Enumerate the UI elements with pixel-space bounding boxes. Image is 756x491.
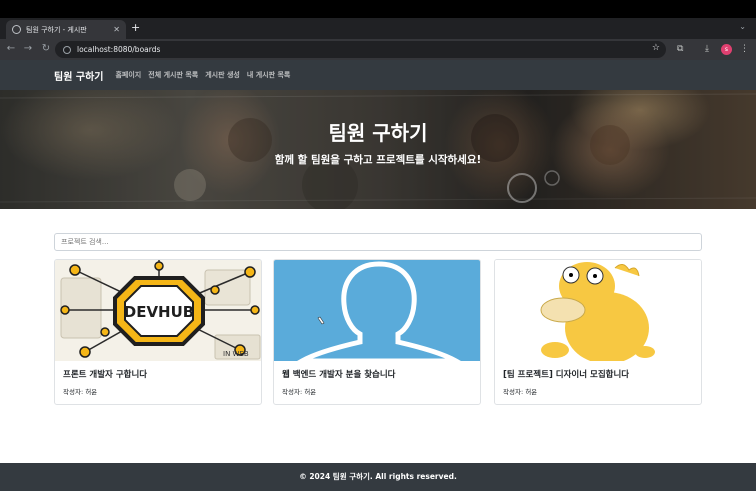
nav-home[interactable]: 홈페이지: [115, 70, 141, 80]
board-card[interactable]: [팀 프로젝트] 디자이너 모집합니다 작성자: 허윤: [494, 259, 702, 405]
tab-title: 팀원 구하기 - 게시판: [26, 25, 87, 34]
browser-tab[interactable]: 팀원 구하기 - 게시판 ✕: [6, 20, 126, 39]
board-card[interactable]: DEVHUB IN WEB 프론트 개발자 구합니다 작성자: 허윤: [54, 259, 262, 405]
globe-icon: [12, 25, 21, 34]
site-info-icon[interactable]: [63, 45, 71, 54]
profile-avatar[interactable]: s: [721, 44, 732, 55]
nav-create-board[interactable]: 게시판 생성: [205, 70, 240, 80]
svg-text:DEVHUB: DEVHUB: [124, 303, 194, 321]
url-text: localhost:8080/boards: [77, 45, 161, 54]
svg-text:IN WEB: IN WEB: [223, 350, 249, 358]
forward-arrow-icon[interactable]: →: [21, 42, 35, 56]
hero-overlay: [0, 90, 756, 209]
card-title[interactable]: 웹 백엔드 개발자 분을 찾습니다: [282, 368, 396, 380]
extensions-icon[interactable]: ⧉: [677, 42, 683, 56]
address-bar[interactable]: localhost:8080/boards ☆: [55, 41, 666, 58]
os-top-bar: [0, 0, 756, 18]
card-title[interactable]: [팀 프로젝트] 디자이너 모집합니다: [503, 368, 629, 380]
board-card[interactable]: 웹 백엔드 개발자 분을 찾습니다 작성자: 허윤: [273, 259, 481, 405]
card-author: 작성자: 허윤: [63, 388, 98, 396]
site-navbar: 팀원 구하기 홈페이지 전체 게시판 목록 게시판 생성 내 게시판 목록: [0, 60, 756, 90]
new-tab-button[interactable]: +: [131, 21, 140, 35]
brand-link[interactable]: 팀원 구하기: [54, 68, 103, 83]
card-author: 작성자: 허윤: [503, 388, 538, 396]
hero-title: 팀원 구하기: [328, 121, 428, 145]
card-author: 작성자: 허윤: [282, 388, 317, 396]
menu-kebab-icon[interactable]: ⋮: [740, 42, 749, 56]
download-icon[interactable]: ⤓: [705, 42, 709, 56]
browser-toolbar: ← → ↻ localhost:8080/boards ☆ ⧉ ⤓ ⋮: [0, 39, 756, 60]
reload-icon[interactable]: ↻: [39, 42, 53, 56]
card-title[interactable]: 프론트 개발자 구합니다: [63, 368, 147, 380]
site-footer: © 2024 팀원 구하기. All rights reserved.: [0, 463, 756, 491]
tab-close-icon[interactable]: ✕: [113, 25, 120, 34]
search-input[interactable]: [54, 233, 702, 251]
browser-tab-strip: 팀원 구하기 - 게시판 ✕ + ⌄: [0, 18, 756, 39]
hero-subtitle: 함께 할 팀원을 구하고 프로젝트를 시작하세요!: [274, 154, 482, 166]
back-arrow-icon[interactable]: ←: [4, 42, 18, 56]
card-image-devhub: DEVHUB IN WEB: [55, 260, 261, 361]
card-image-silhouette: [274, 260, 480, 361]
bookmark-star-icon[interactable]: ☆: [652, 43, 660, 53]
hero-banner: 팀원 구하기 함께 할 팀원을 구하고 프로젝트를 시작하세요!: [0, 90, 756, 209]
tab-search-icon[interactable]: ⌄: [739, 22, 746, 31]
nav-my-boards[interactable]: 내 게시판 목록: [247, 70, 291, 80]
card-image-duck: [495, 260, 701, 361]
nav-all-boards[interactable]: 전체 게시판 목록: [148, 70, 198, 80]
